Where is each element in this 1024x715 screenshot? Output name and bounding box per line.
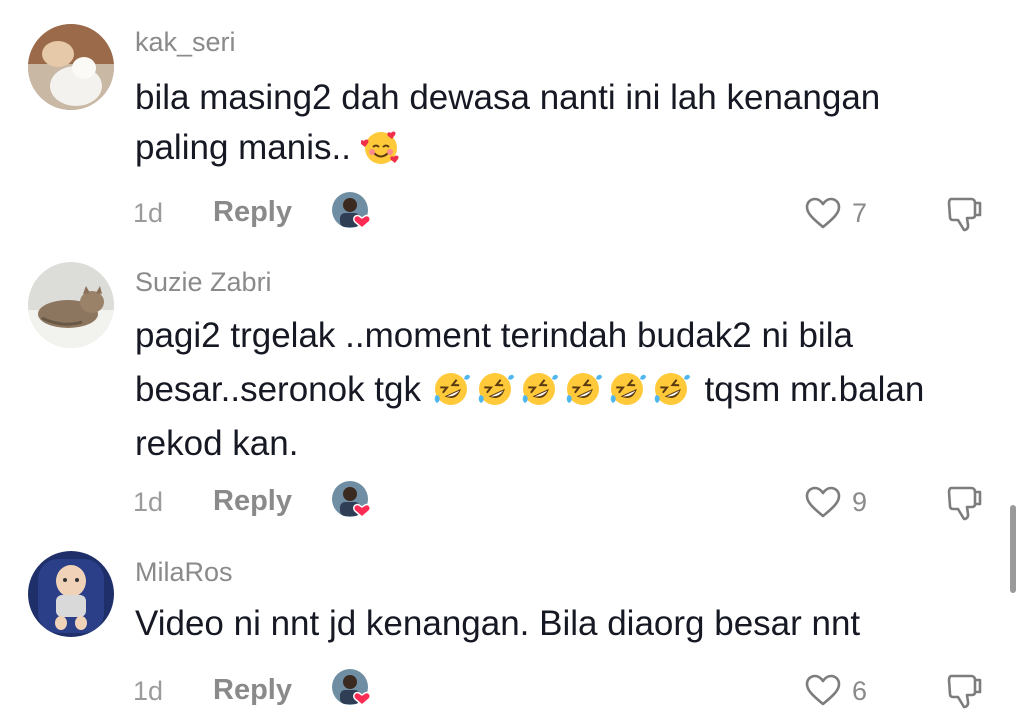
- comment-time: 1d: [133, 198, 164, 228]
- comment-username[interactable]: MilaRos: [135, 557, 233, 588]
- comment-time: 1d: [133, 676, 164, 706]
- dislike-icon[interactable]: [944, 670, 986, 710]
- dislike-icon[interactable]: [944, 482, 986, 522]
- avatar[interactable]: [28, 262, 114, 348]
- rolling-laughing-emoji: [522, 373, 558, 405]
- reply-button[interactable]: Reply: [213, 674, 292, 707]
- comment-text: Video ni nnt jd kenangan. Bila diaorg be…: [135, 604, 861, 643]
- comment-text: pagi2 trgelak ..moment terindah budak2 n…: [135, 316, 925, 463]
- rolling-laughing-emoji: [610, 373, 646, 405]
- like-heart-icon[interactable]: [804, 485, 842, 519]
- creator-liked-avatar: [331, 191, 373, 233]
- creator-liked-avatar: [331, 668, 373, 710]
- comment-text: bila masing2 dah dewasa nanti ini lah ke…: [135, 78, 881, 167]
- like-count: 7: [852, 198, 868, 228]
- like-heart-icon[interactable]: [804, 196, 842, 230]
- comment-username[interactable]: Suzie Zabri: [135, 267, 272, 298]
- rolling-laughing-emoji: [566, 373, 602, 405]
- like-count: 6: [852, 676, 868, 706]
- rolling-laughing-emoji: [654, 373, 690, 405]
- rolling-laughing-emoji: [478, 373, 514, 405]
- avatar[interactable]: [28, 551, 114, 637]
- comment-username[interactable]: kak_seri: [135, 27, 236, 58]
- creator-liked-avatar: [331, 480, 373, 522]
- avatar[interactable]: [28, 24, 114, 110]
- emoji-group: [431, 370, 695, 409]
- reply-button[interactable]: Reply: [213, 196, 292, 229]
- scrollbar[interactable]: [1010, 505, 1016, 593]
- smiling-face-with-hearts-emoji: [360, 131, 399, 164]
- like-count: 9: [852, 487, 868, 517]
- reply-button[interactable]: Reply: [213, 485, 292, 518]
- dislike-icon[interactable]: [944, 193, 986, 233]
- rolling-laughing-emoji: [434, 373, 470, 405]
- like-heart-icon[interactable]: [804, 673, 842, 707]
- comment-time: 1d: [133, 487, 164, 517]
